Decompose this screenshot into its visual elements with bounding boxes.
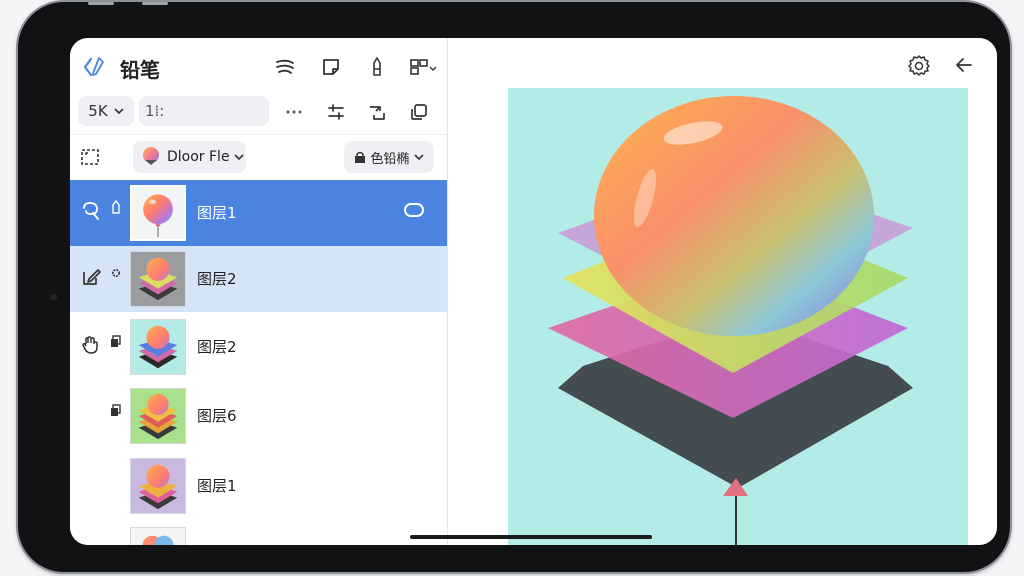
brush-settings-row: 5K 1⁞:: [70, 94, 447, 134]
adjust-icon[interactable]: [326, 102, 346, 122]
hand-icon[interactable]: [80, 334, 102, 356]
panel-header: 铅笔: [70, 38, 447, 94]
layer-row-6[interactable]: [70, 522, 447, 545]
layer-thumbnail: [130, 185, 186, 241]
layer-name: 图层2: [197, 270, 237, 288]
lock-icon: [355, 151, 366, 163]
pen-icon[interactable]: [366, 56, 388, 78]
copy-small-icon[interactable]: [110, 403, 122, 417]
layer-row-4[interactable]: 图层6: [70, 383, 447, 449]
layer-list: 图层1 图层2 图层2 图层6 图层1: [70, 180, 447, 545]
front-camera: [51, 294, 57, 300]
tablet-device: 铅笔 5K 1⁞: Dloor Fle 色铅椭 图层1 图层2 图层2 图层6 …: [18, 2, 1010, 572]
hardware-button: [88, 2, 114, 5]
brush-layer-panel: 铅笔 5K 1⁞: Dloor Fle 色铅椭 图层1 图层2 图层2 图层6 …: [70, 38, 448, 545]
layer-name: 图层1: [197, 204, 237, 222]
chevron-down-icon: [413, 154, 424, 161]
layer-name: 图层6: [197, 407, 237, 425]
balloon-artwork: [508, 88, 968, 545]
layer-thumbnail: [130, 388, 186, 444]
layer-row-2[interactable]: 图层2: [70, 246, 447, 312]
settings-small-icon[interactable]: [110, 266, 122, 280]
layer-thumbnail: [130, 251, 186, 307]
back-pencil-icon[interactable]: [82, 54, 108, 80]
copy-small-icon[interactable]: [110, 334, 122, 348]
blend-mode-select[interactable]: 色铅椭: [344, 141, 434, 173]
layer-select[interactable]: Dloor Fle: [133, 141, 246, 173]
home-indicator: [410, 535, 652, 539]
screen: 铅笔 5K 1⁞: Dloor Fle 色铅椭 图层1 图层2 图层2 图层6 …: [70, 38, 997, 545]
layer-row-1[interactable]: 图层1: [70, 180, 447, 246]
layer-name: 图层1: [197, 477, 237, 495]
chevron-down-icon: [233, 154, 244, 161]
back-arrow-icon[interactable]: [953, 54, 975, 76]
chevron-down-icon: [114, 108, 124, 115]
hardware-button: [142, 2, 168, 5]
visibility-toggle[interactable]: [404, 203, 424, 217]
layer-row-3[interactable]: 图层2: [70, 314, 447, 380]
layer-name: 图层2: [197, 338, 237, 356]
drawing-canvas[interactable]: [448, 38, 997, 545]
layer-thumbnail: [130, 458, 186, 514]
layer-thumbnail: [130, 527, 186, 545]
layer-controls-row: Dloor Fle 色铅椭: [70, 134, 447, 181]
brush-size-select[interactable]: 5K: [78, 96, 134, 126]
opacity-value: 1⁞:: [145, 102, 165, 120]
pen-small-icon[interactable]: [110, 200, 122, 214]
lasso-icon[interactable]: [80, 200, 102, 222]
wind-icon[interactable]: [274, 56, 296, 78]
page-title: 铅笔: [120, 58, 160, 82]
transform-icon[interactable]: [367, 102, 387, 122]
canvas-frame-icon[interactable]: [80, 147, 100, 167]
edit-layer-icon[interactable]: [80, 266, 102, 288]
balloon-thumbnail-icon: [143, 147, 159, 165]
blend-mode-label: 色铅椭: [370, 151, 410, 167]
layer-select-label: Dloor Fle: [167, 149, 230, 165]
brush-size-value: 5K: [88, 102, 108, 120]
settings-icon[interactable]: [908, 54, 930, 76]
layer-thumbnail: [130, 319, 186, 375]
opacity-input[interactable]: 1⁞:: [139, 96, 269, 126]
copy-icon[interactable]: [409, 102, 429, 122]
note-icon[interactable]: [320, 56, 342, 78]
more-icon[interactable]: [284, 102, 304, 122]
grid-menu-icon[interactable]: [408, 56, 438, 78]
layer-row-5[interactable]: 图层1: [70, 453, 447, 519]
